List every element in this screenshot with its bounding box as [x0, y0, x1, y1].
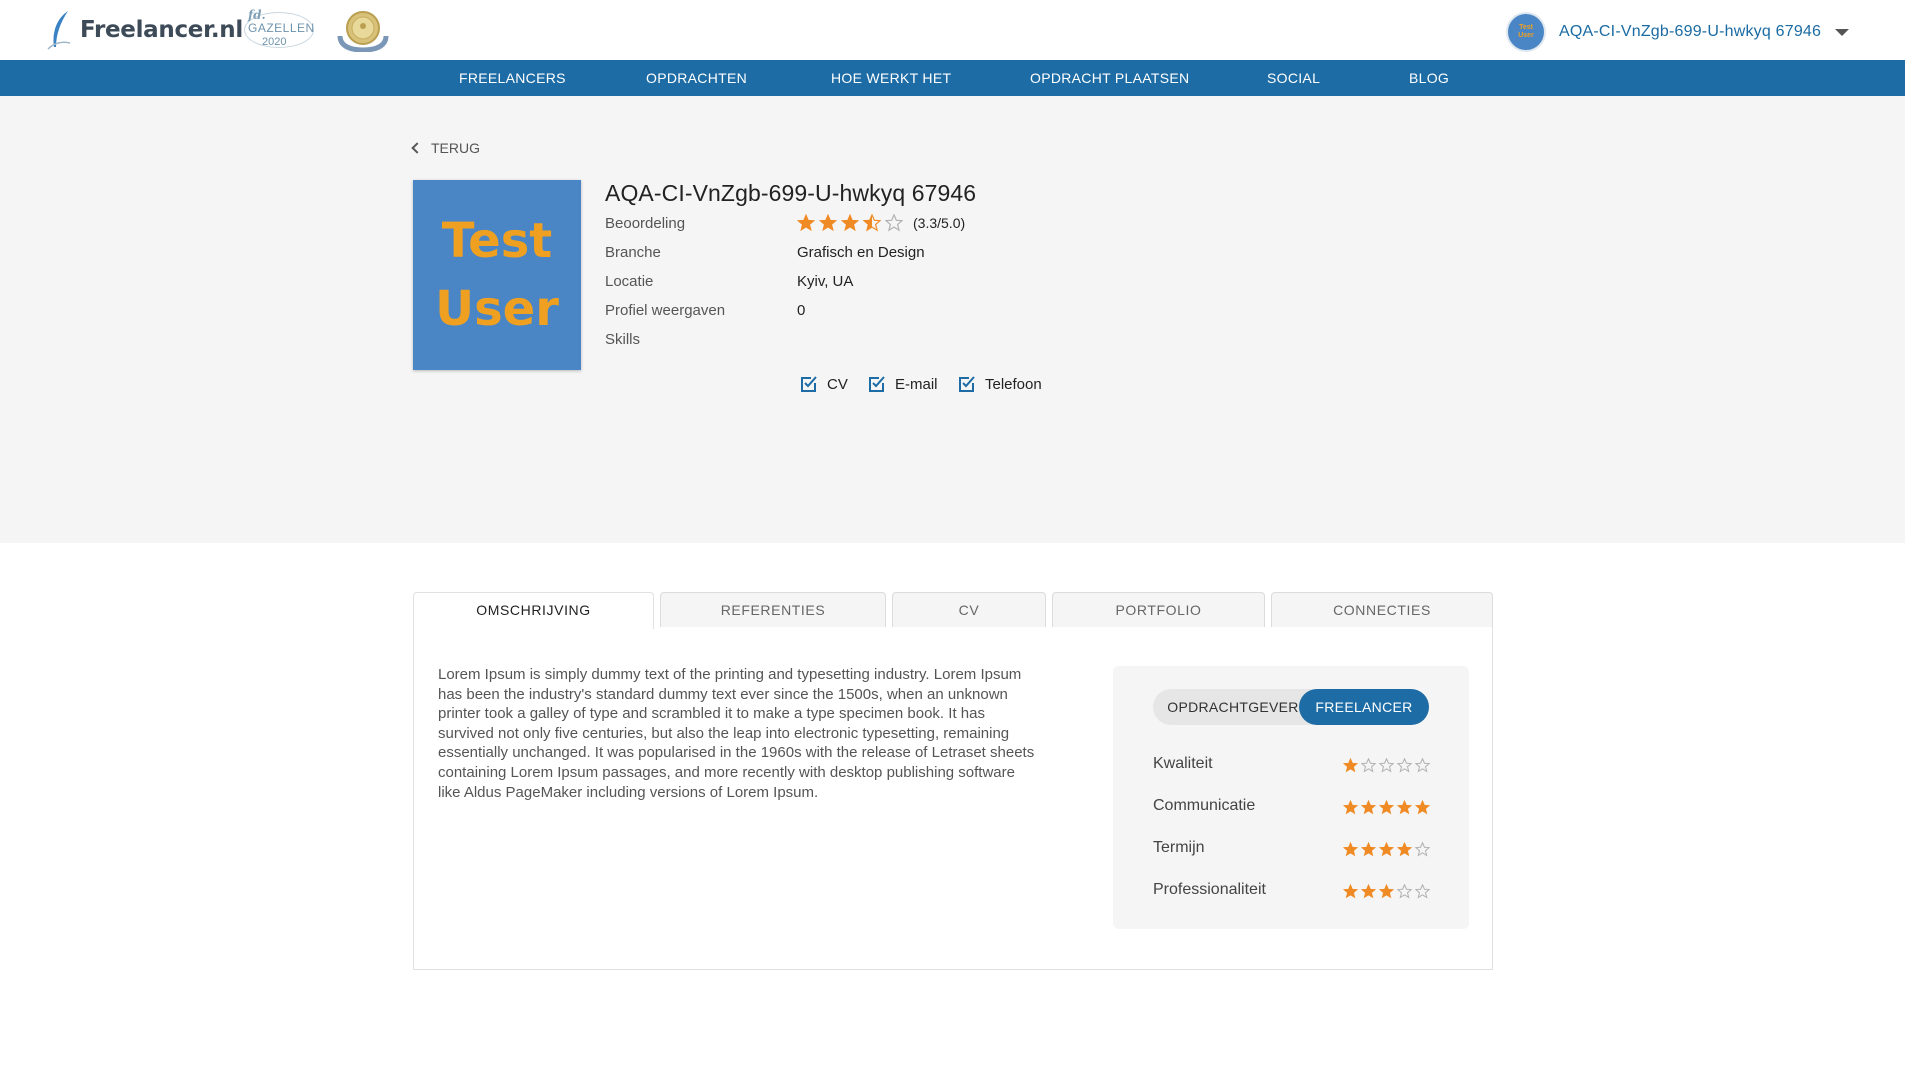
nav-opdracht-plaatsen[interactable]: OPDRACHT PLAATSEN [1030, 60, 1189, 96]
star-filled-icon [1361, 884, 1376, 899]
avatar: Test User [1506, 12, 1546, 52]
star-empty-icon [1361, 758, 1376, 773]
star-filled-icon [1379, 884, 1394, 899]
score-label-professionaliteit: Professionaliteit [1153, 881, 1266, 898]
star-filled-icon [1361, 842, 1376, 857]
star-half-icon [863, 214, 881, 232]
star-filled-icon [1343, 842, 1358, 857]
contact-cv: CV [799, 374, 848, 394]
rating-text: (3.3/5.0) [913, 215, 966, 231]
logo-text: Freelancer.nl [80, 17, 243, 43]
gazellen-award-badge: fd. GAZELLEN 2020 [244, 8, 318, 52]
star-filled-icon [1379, 800, 1394, 815]
badge-brand: fd. [248, 8, 266, 22]
badge-year: 2020 [262, 36, 287, 48]
tab-portfolio[interactable]: PORTFOLIO [1052, 592, 1265, 628]
score-stars-kwaliteit [1343, 758, 1433, 773]
avatar-text-2: User [1518, 32, 1534, 39]
views-value: 0 [797, 302, 806, 319]
nav-blog[interactable]: BLOG [1409, 60, 1449, 96]
locatie-label: Locatie [605, 273, 654, 290]
contact-telefoon: Telefoon [957, 374, 1042, 394]
star-filled-icon [797, 214, 815, 232]
avatar-text-1: Test [1519, 24, 1533, 31]
skills-label: Skills [605, 331, 641, 348]
checkbox-checked-icon [959, 376, 975, 392]
top-header: Freelancer.nl fd. GAZELLEN 2020 Test Use… [0, 0, 1905, 60]
locatie-value: Kyiv, UA [797, 273, 854, 290]
score-stars-termijn [1343, 842, 1433, 857]
main-navigation: FREELANCERS OPDRACHTEN HOE WERKT HET OPD… [0, 60, 1905, 96]
back-label: TERUG [431, 140, 480, 156]
freelancer-logo[interactable]: Freelancer.nl [46, 8, 243, 52]
nav-hoe-werkt-het[interactable]: HOE WERKT HET [831, 60, 951, 96]
score-label-kwaliteit: Kwaliteit [1153, 755, 1213, 772]
contact-cv-label: CV [827, 375, 848, 393]
star-empty-icon [1415, 842, 1430, 857]
contact-telefoon-label: Telefoon [985, 375, 1042, 393]
profile-picture-text-1: Test [441, 213, 553, 269]
feather-icon [47, 11, 71, 50]
star-empty-icon [1379, 758, 1394, 773]
nav-opdrachten[interactable]: OPDRACHTEN [646, 60, 747, 96]
star-empty-icon [1397, 758, 1412, 773]
star-filled-icon [841, 214, 859, 232]
tab-omschrijving[interactable]: OMSCHRIJVING [413, 592, 654, 629]
branche-value: Grafisch en Design [797, 244, 925, 261]
star-filled-icon [1361, 800, 1376, 815]
star-empty-icon [885, 214, 903, 232]
contact-email-label: E-mail [895, 375, 938, 393]
checkbox-checked-icon [801, 376, 817, 392]
chevron-left-icon [411, 142, 423, 154]
star-empty-icon [1415, 758, 1430, 773]
checkbox-checked-icon [869, 376, 885, 392]
score-panel: OPDRACHTGEVER FREELANCER Kwaliteit Commu… [1113, 666, 1469, 929]
description-text: Lorem Ipsum is simply dummy text of the … [438, 666, 1035, 801]
role-toggle: OPDRACHTGEVER FREELANCER [1153, 689, 1429, 725]
star-filled-icon [1415, 800, 1430, 815]
toggle-opdrachtgever[interactable]: OPDRACHTGEVER [1153, 689, 1313, 725]
star-filled-icon [819, 214, 837, 232]
contact-email: E-mail [867, 374, 938, 394]
user-menu[interactable]: Test User AQA-CI-VnZgb-699-U-hwkyq 67946 [1506, 12, 1850, 52]
tab-connecties[interactable]: CONNECTIES [1271, 592, 1493, 628]
toggle-freelancer[interactable]: FREELANCER [1299, 689, 1429, 725]
user-name: AQA-CI-VnZgb-699-U-hwkyq 67946 [1559, 23, 1822, 40]
profile-picture-text-2: User [435, 281, 559, 337]
star-empty-icon [1415, 884, 1430, 899]
chevron-down-icon[interactable] [1835, 28, 1850, 36]
overall-rating-stars [797, 214, 907, 232]
award-seal-icon [336, 10, 390, 53]
profile-name: AQA-CI-VnZgb-699-U-hwkyq 67946 [605, 180, 977, 206]
star-filled-icon [1343, 800, 1358, 815]
star-filled-icon [1343, 884, 1358, 899]
star-filled-icon [1397, 842, 1412, 857]
overall-rating: (3.3/5.0) [797, 214, 965, 232]
star-filled-icon [1343, 758, 1358, 773]
rating-label: Beoordeling [605, 215, 686, 232]
star-empty-icon [1397, 884, 1412, 899]
tab-cv[interactable]: CV [892, 592, 1046, 628]
nav-social[interactable]: SOCIAL [1267, 60, 1320, 96]
score-stars-professionaliteit [1343, 884, 1433, 899]
back-button[interactable]: TERUG [411, 140, 480, 156]
score-label-communicatie: Communicatie [1153, 797, 1256, 814]
star-filled-icon [1379, 842, 1394, 857]
profile-header: TERUG Test User AQA-CI-VnZgb-699-U-hwkyq… [0, 96, 1905, 543]
branche-label: Branche [605, 244, 661, 261]
nav-freelancers[interactable]: FREELANCERS [459, 60, 566, 96]
views-label: Profiel weergaven [605, 302, 726, 319]
tab-referenties[interactable]: REFERENTIES [660, 592, 886, 628]
star-filled-icon [1397, 800, 1412, 815]
profile-picture: Test User [413, 180, 581, 370]
score-label-termijn: Termijn [1153, 839, 1205, 856]
badge-name: GAZELLEN [248, 21, 315, 35]
score-stars-communicatie [1343, 800, 1433, 815]
